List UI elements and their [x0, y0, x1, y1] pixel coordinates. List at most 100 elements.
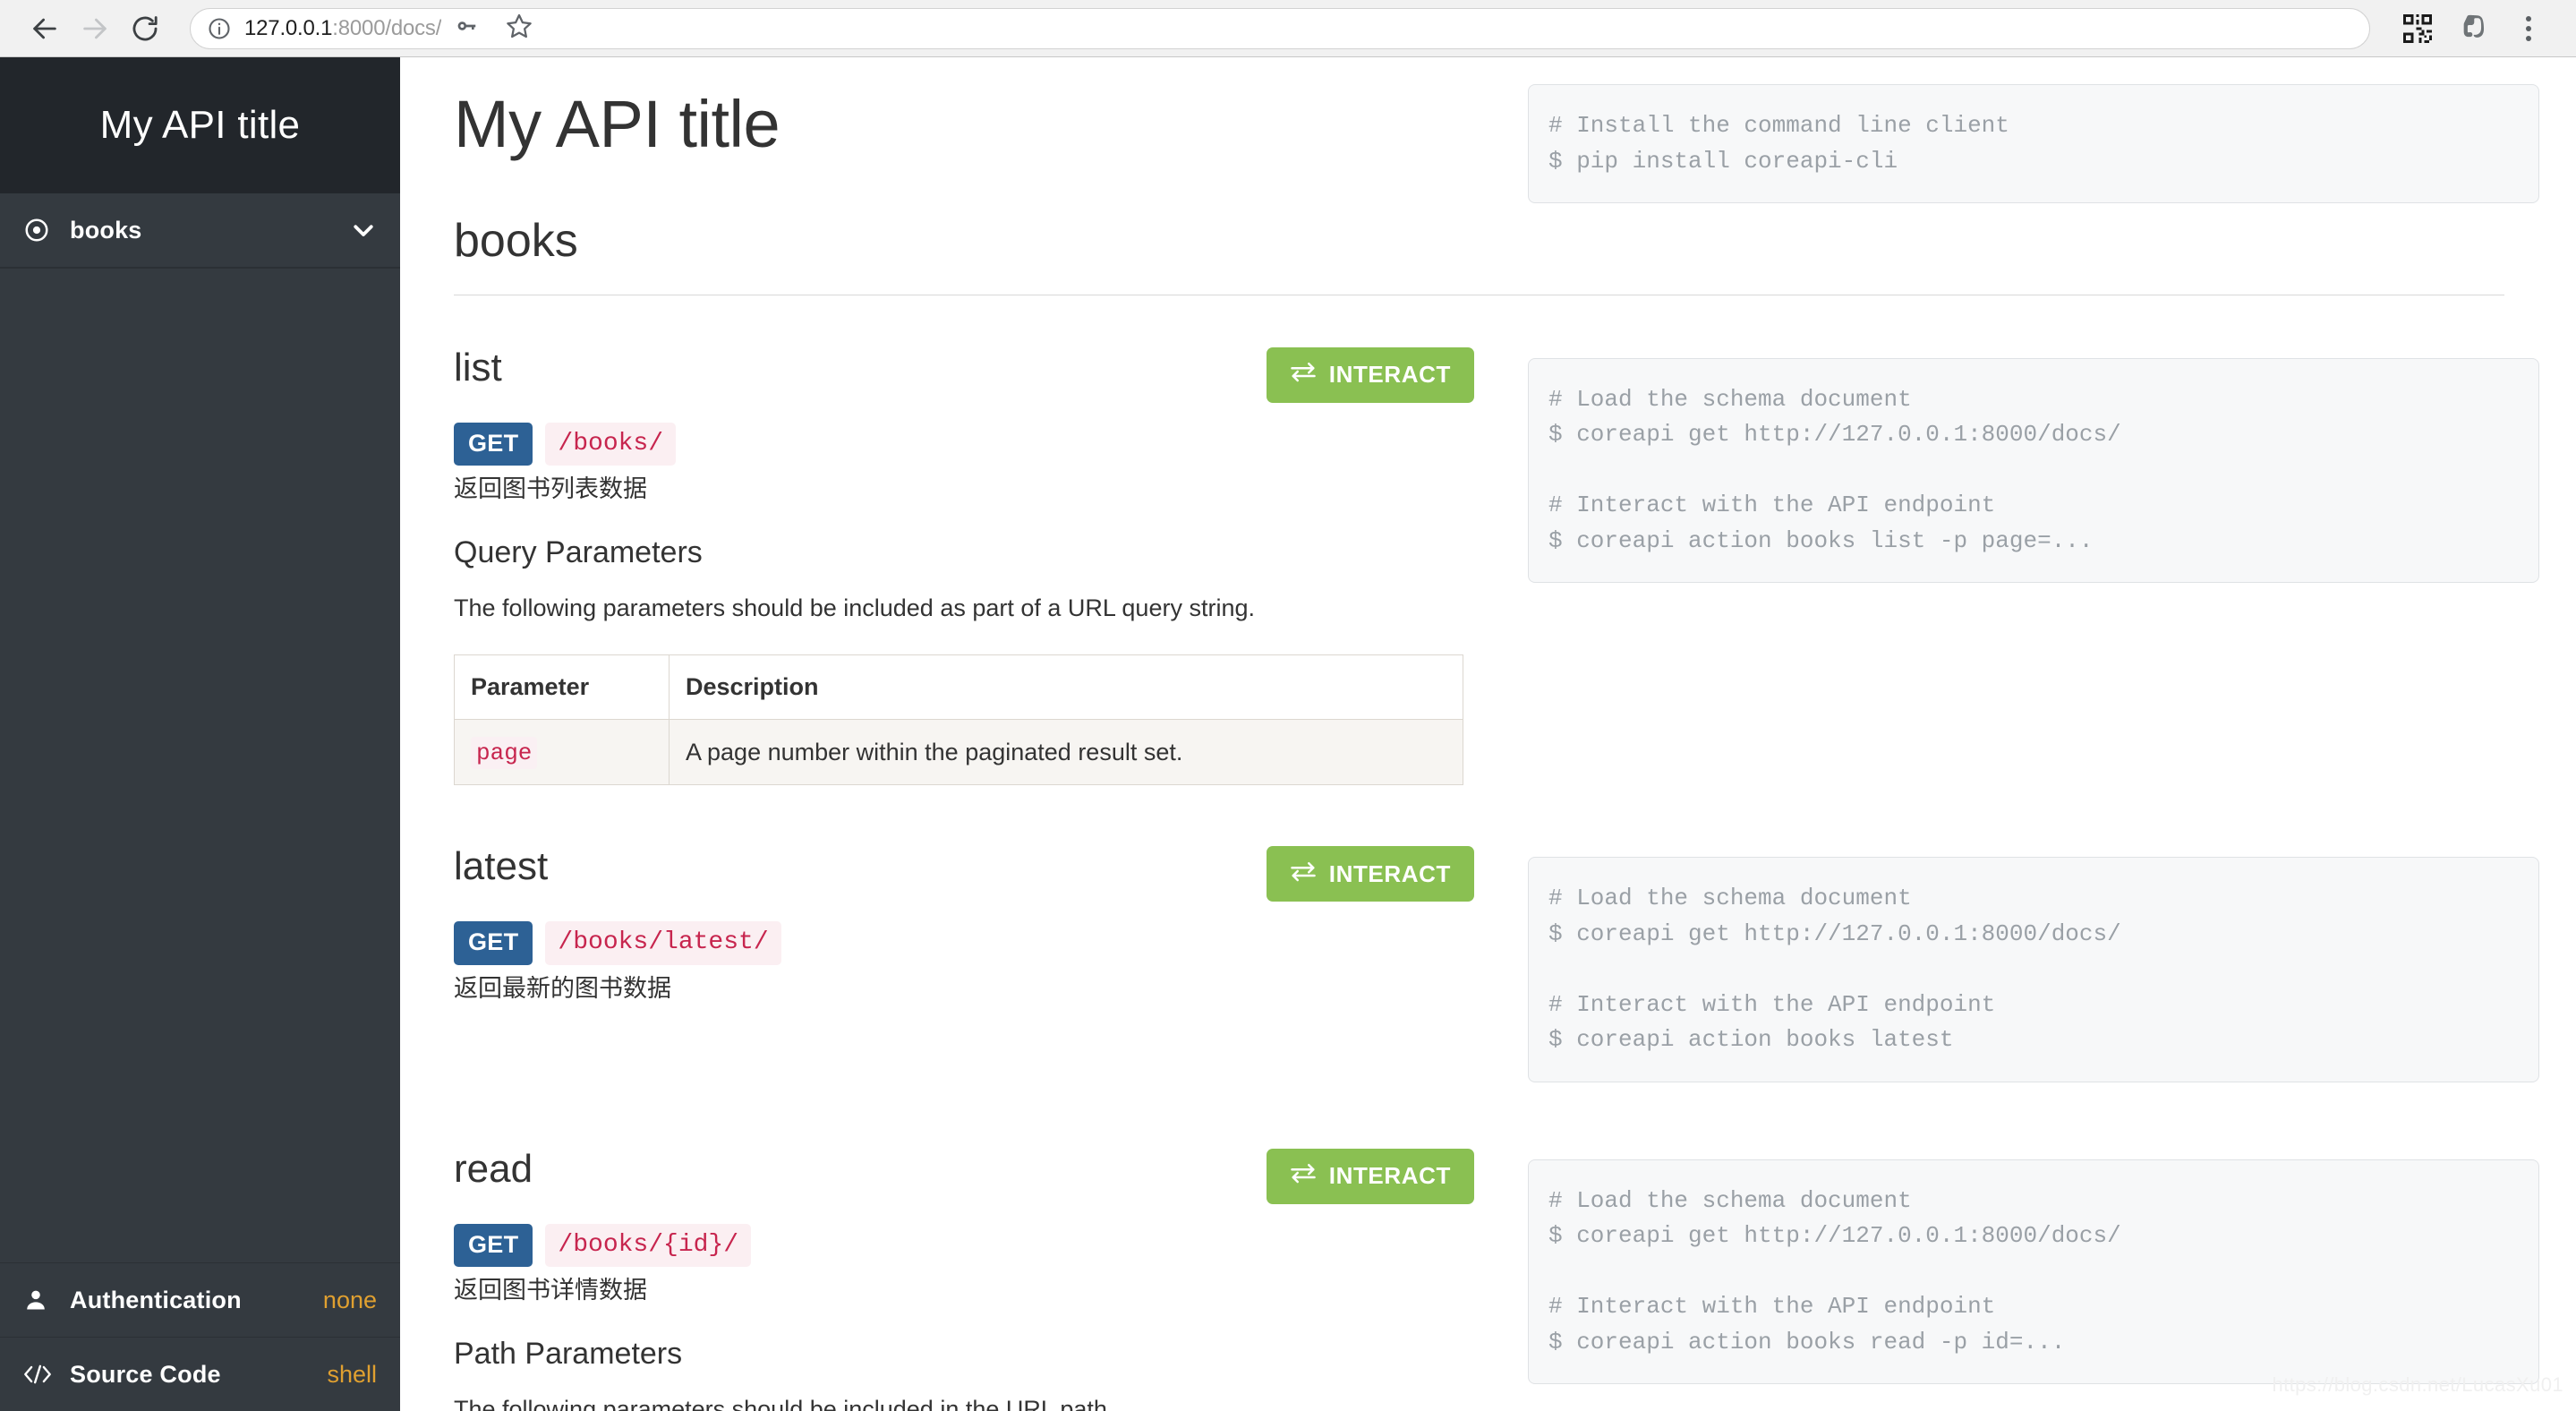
section-title-books: books: [454, 215, 578, 268]
reload-button[interactable]: [120, 4, 170, 54]
sidebar-item-authentication[interactable]: Authentication none: [0, 1262, 400, 1337]
omnibox-actions: [441, 8, 545, 49]
link-latest-title-row: latest INTERACT: [454, 844, 1474, 902]
endpoint-path: /books/: [545, 422, 677, 466]
sidebar-nav: books: [0, 193, 400, 269]
link-list-interact-wrap: INTERACT: [1266, 346, 1474, 403]
dot-circle-icon: [23, 217, 70, 244]
link-list-method-row: GET /books/: [454, 422, 1474, 466]
address-bar[interactable]: 127.0.0.1:8000/docs/: [190, 7, 2370, 49]
interact-button-latest[interactable]: INTERACT: [1266, 846, 1474, 902]
code-block-latest: # Load the schema document $ coreapi get…: [1528, 857, 2539, 1082]
interact-button-read[interactable]: INTERACT: [1266, 1148, 1474, 1204]
qr-code-icon: [2403, 13, 2432, 43]
url-path: :8000/docs/: [332, 15, 442, 40]
link-read-description: 返回图书详情数据: [454, 1277, 647, 1304]
chrome-menu-button[interactable]: [2501, 4, 2556, 54]
forward-button[interactable]: [70, 4, 120, 54]
link-list-description: 返回图书列表数据: [454, 475, 647, 503]
table-header-row: Parameter Description: [454, 654, 1463, 721]
exchange-arrows-icon: [1290, 1162, 1317, 1190]
link-latest-description: 返回最新的图书数据: [454, 974, 671, 1002]
interact-button-list[interactable]: INTERACT: [1266, 346, 1474, 403]
evernote-elephant-icon: [2458, 11, 2488, 46]
sidebar-source-code-value: shell: [327, 1360, 377, 1388]
back-button[interactable]: [20, 4, 70, 54]
sidebar-item-source-code[interactable]: Source Code shell: [0, 1337, 400, 1411]
interact-button-label: INTERACT: [1328, 1162, 1451, 1190]
sidebar-header: My API title: [0, 57, 400, 193]
key-icon: [454, 13, 481, 44]
url-text: 127.0.0.1:8000/docs/: [244, 16, 441, 41]
link-list-title: list: [454, 345, 502, 389]
endpoint-path: /books/latest/: [545, 921, 781, 965]
bookmark-button[interactable]: [493, 8, 545, 49]
link-list: list INTERACT GET /books/ 返回图书列表数据 Query…: [454, 345, 2539, 786]
url-host: 127.0.0.1: [244, 15, 333, 40]
table-cell-parameter: page: [454, 719, 670, 786]
star-icon: [505, 12, 533, 45]
reload-icon: [130, 13, 160, 44]
link-read-left: read INTERACT GET /books/{id}/ 返回图书详情数据 …: [454, 1146, 1528, 1411]
link-list-right: # Load the schema document $ coreapi get…: [1528, 347, 2539, 584]
code-block-list: # Load the schema document $ coreapi get…: [1528, 357, 2539, 584]
link-read-title-row: read INTERACT: [454, 1146, 1474, 1204]
qr-extension-button[interactable]: [2390, 4, 2445, 54]
column-header-parameter: Parameter: [454, 654, 670, 721]
chevron-down-icon[interactable]: [350, 217, 377, 244]
query-parameters-table: Parameter Description page A page number…: [454, 654, 1463, 786]
link-latest-interact-wrap: INTERACT: [1266, 846, 1474, 902]
endpoint-path: /books/{id}/: [545, 1223, 752, 1268]
link-read-right: # Load the schema document $ coreapi get…: [1528, 1149, 2539, 1385]
http-method-badge: GET: [454, 921, 533, 965]
table-cell-description: A page number within the paginated resul…: [669, 719, 1463, 786]
api-header-left: My API title books: [454, 57, 1528, 268]
user-icon: [23, 1287, 70, 1313]
table-row: page A page number within the paginated …: [454, 719, 1463, 786]
link-latest-title: latest: [454, 844, 549, 889]
api-header-right: # Install the command line client $ pip …: [1528, 57, 2539, 204]
path-parameters-heading: Path Parameters: [454, 1337, 683, 1372]
page-body: My API title books Authentication none S…: [0, 57, 2576, 1411]
page-info-icon[interactable]: [207, 16, 232, 41]
sidebar: My API title books Authentication none S…: [0, 57, 400, 1411]
interact-button-label: INTERACT: [1328, 361, 1451, 389]
link-read-interact-wrap: INTERACT: [1266, 1148, 1474, 1204]
link-list-title-row: list INTERACT: [454, 345, 1474, 403]
link-latest-left: latest INTERACT GET /books/latest/ 返回最新的…: [454, 844, 1528, 1005]
main-content: My API title books # Install the command…: [400, 57, 2576, 1411]
sidebar-source-code-label: Source Code: [70, 1360, 221, 1388]
http-method-badge: GET: [454, 422, 533, 466]
install-code-block: # Install the command line client $ pip …: [1528, 84, 2539, 204]
three-dot-menu-icon: [2526, 15, 2531, 41]
sidebar-item-books[interactable]: books: [0, 193, 400, 268]
browser-extensions: [2379, 4, 2556, 54]
code-block-read: # Load the schema document $ coreapi get…: [1528, 1159, 2539, 1385]
http-method-badge: GET: [454, 1223, 533, 1268]
link-list-left: list INTERACT GET /books/ 返回图书列表数据 Query…: [454, 345, 1528, 786]
evernote-extension-button[interactable]: [2445, 4, 2501, 54]
path-parameters-intro: The following parameters should be inclu…: [454, 1396, 1114, 1411]
column-header-description: Description: [669, 654, 1463, 721]
parameter-name: page: [471, 737, 538, 770]
query-parameters-heading: Query Parameters: [454, 535, 703, 570]
sidebar-item-label: books: [70, 216, 142, 244]
link-read-method-row: GET /books/{id}/: [454, 1223, 1474, 1268]
sidebar-footer: Authentication none Source Code shell: [0, 1262, 400, 1411]
link-read-title: read: [454, 1146, 533, 1191]
interact-button-label: INTERACT: [1328, 859, 1451, 887]
sidebar-authentication-label: Authentication: [70, 1286, 242, 1313]
browser-toolbar: 127.0.0.1:8000/docs/: [0, 0, 2576, 57]
api-header-row: My API title books # Install the command…: [454, 57, 2539, 268]
back-arrow-icon: [30, 13, 60, 44]
forward-arrow-icon: [80, 13, 110, 44]
password-manager-button[interactable]: [441, 8, 493, 49]
page-title: My API title: [454, 87, 780, 161]
query-parameters-intro: The following parameters should be inclu…: [454, 594, 1255, 622]
exchange-arrows-icon: [1290, 860, 1317, 888]
link-latest: latest INTERACT GET /books/latest/ 返回最新的…: [454, 844, 2539, 1082]
link-latest-right: # Load the schema document $ coreapi get…: [1528, 846, 2539, 1082]
link-latest-method-row: GET /books/latest/: [454, 921, 1474, 965]
sidebar-api-title: My API title: [99, 103, 301, 147]
exchange-arrows-icon: [1290, 361, 1317, 389]
